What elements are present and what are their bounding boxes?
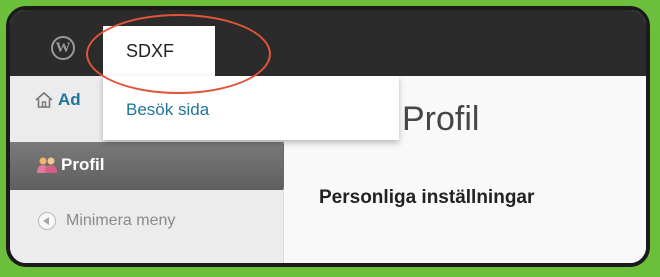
visit-site-link[interactable]: Besök sida	[126, 100, 209, 120]
collapse-menu-label: Minimera meny	[66, 212, 176, 229]
section-heading: Personliga inställningar	[319, 187, 535, 208]
sidebar-item-profile[interactable]: Profil	[10, 142, 283, 190]
site-name-menu[interactable]: SDXF	[103, 26, 215, 76]
sidebar-item-label: Ad	[58, 90, 81, 109]
admin-bar: W SDXF	[10, 10, 646, 76]
site-menu-dropdown: Besök sida	[103, 76, 399, 140]
wordpress-logo-icon[interactable]: W	[51, 36, 75, 60]
home-icon	[35, 91, 53, 108]
partially-visible-text: F	[334, 261, 344, 263]
sidebar-item-label: Profil	[61, 155, 105, 174]
screenshot-frame: W SDXF Ad Profil Minimera meny Profil Pe…	[6, 6, 650, 267]
page-title: Profil	[402, 100, 480, 138]
collapse-arrow-icon	[38, 212, 56, 230]
users-icon	[37, 157, 57, 173]
